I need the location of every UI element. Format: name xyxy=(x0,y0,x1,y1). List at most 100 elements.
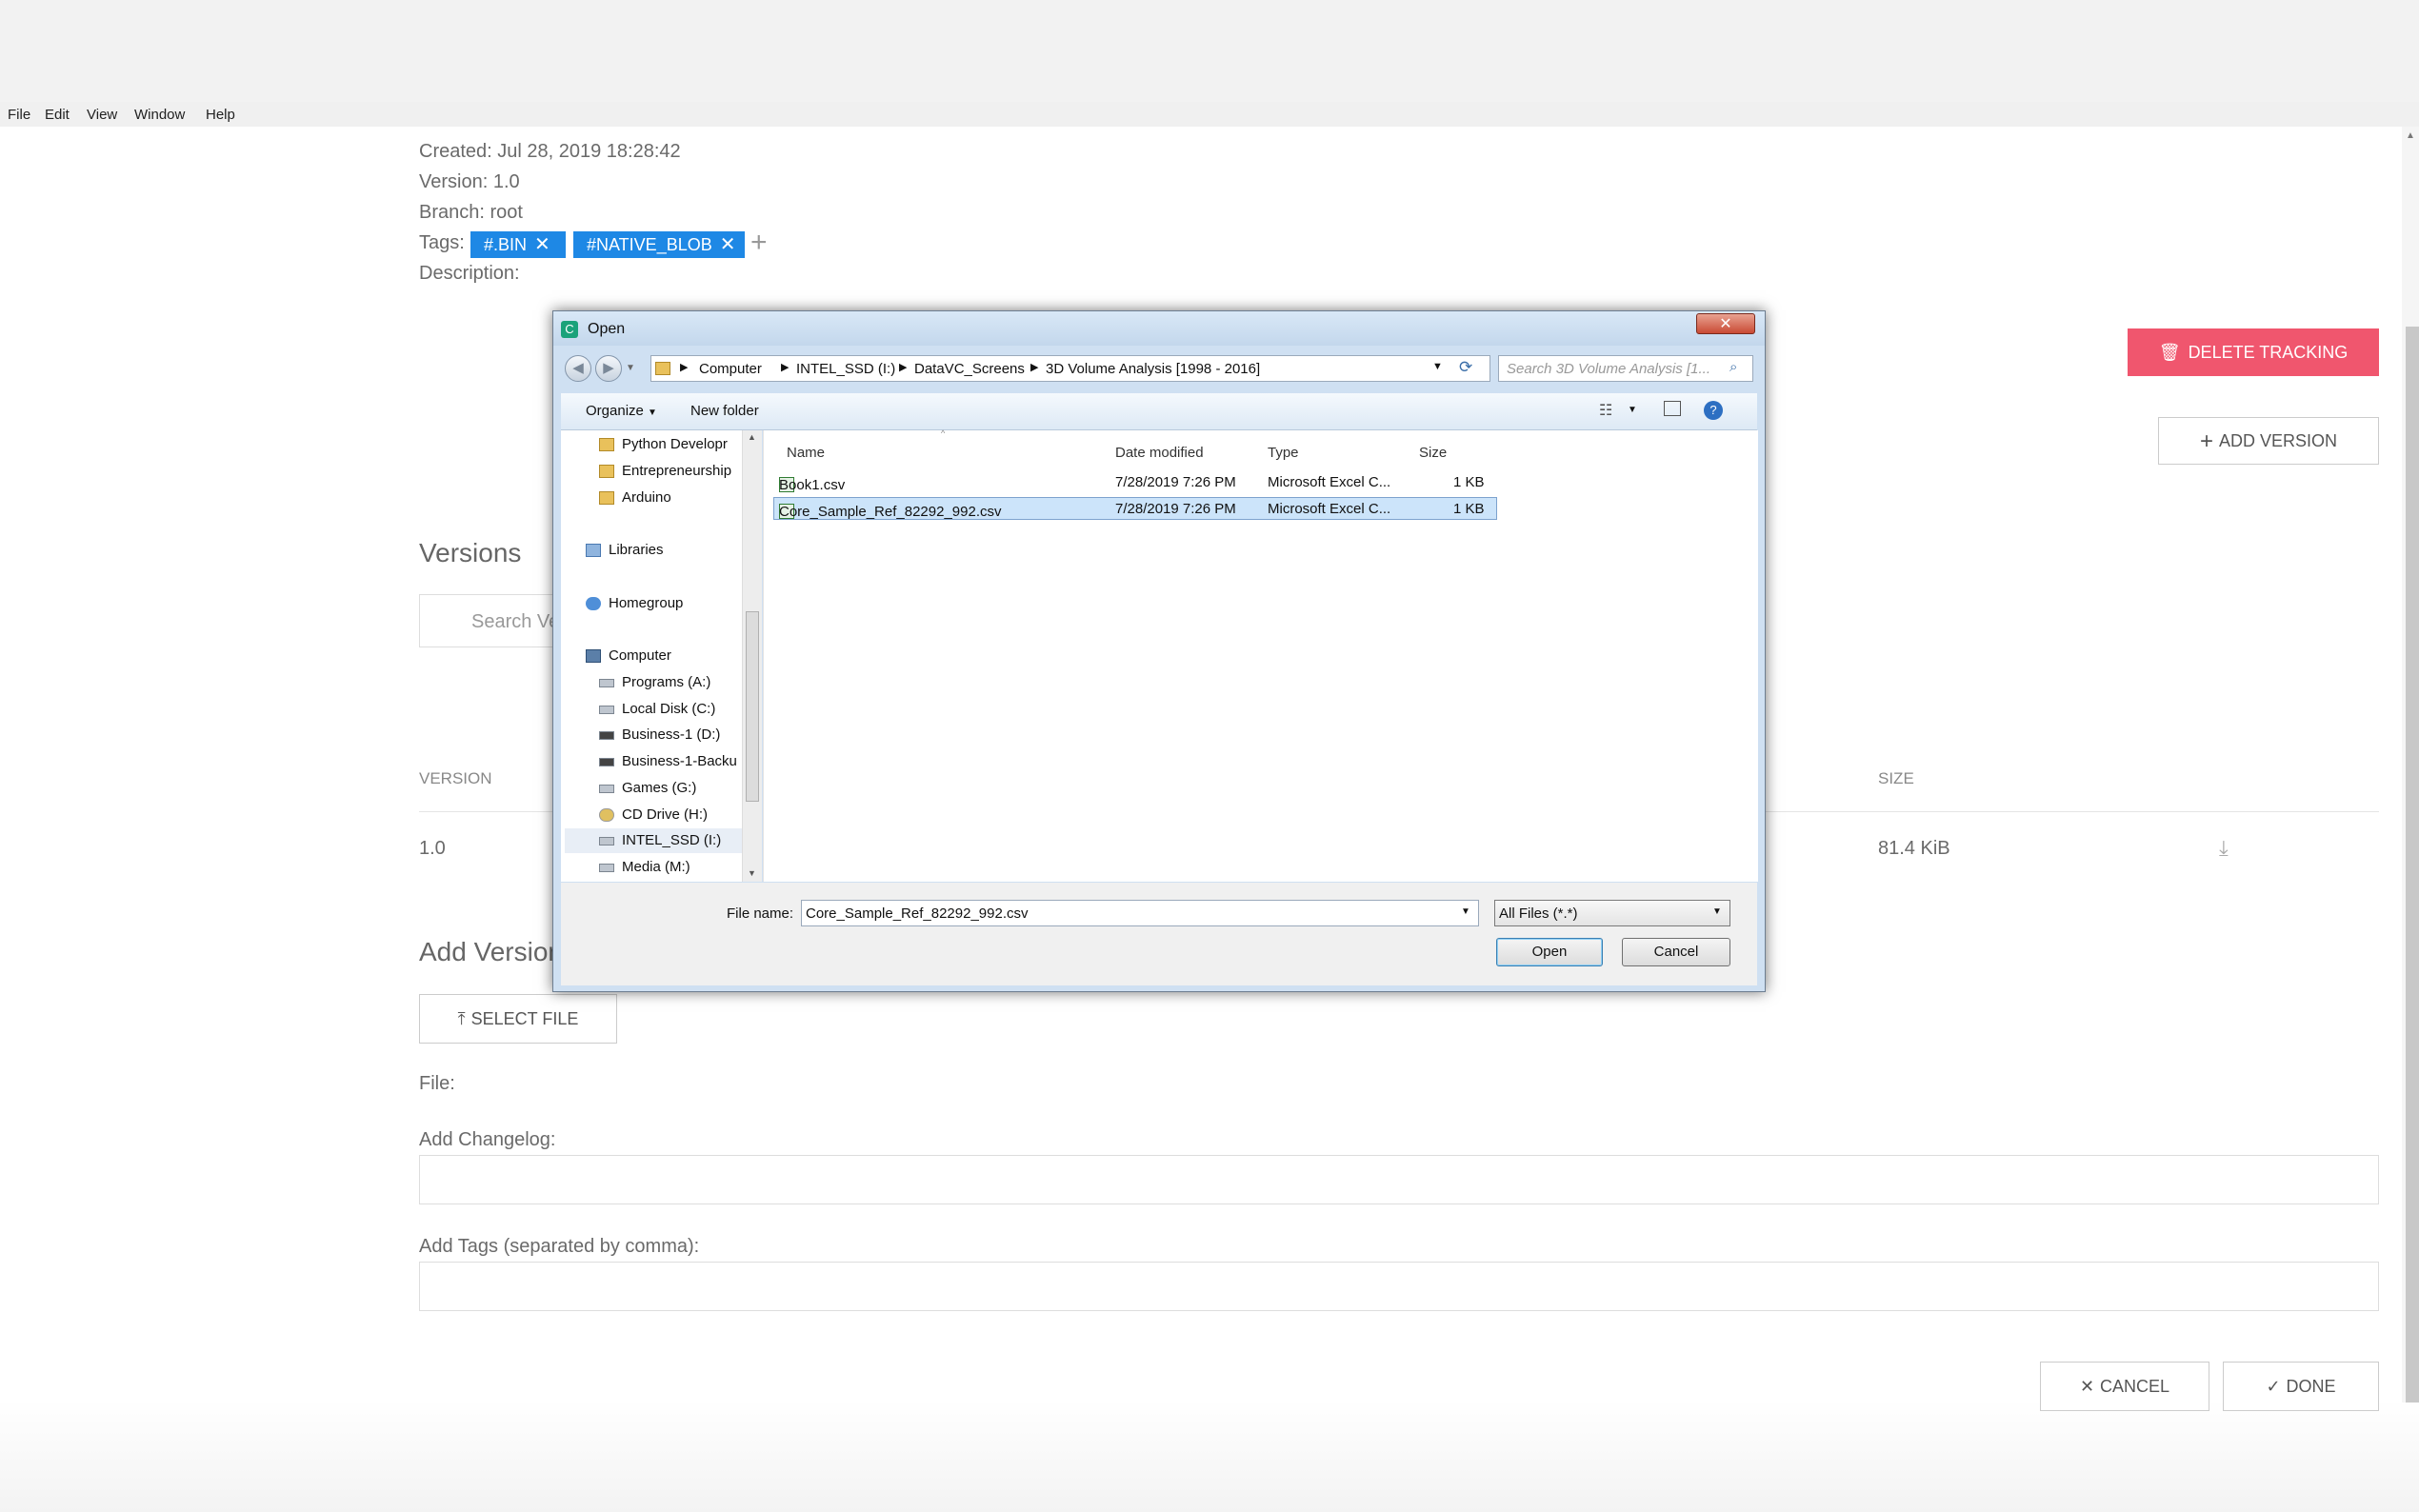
chevron-down-icon[interactable]: ▼ xyxy=(1461,906,1470,917)
nav-scrollbar[interactable]: ▲ ▼ xyxy=(742,430,762,882)
add-version-label: ADD VERSION xyxy=(2218,431,2338,450)
created-date: Created: Jul 28, 2019 18:28:42 xyxy=(419,141,681,162)
help-icon[interactable]: ? xyxy=(1704,401,1723,420)
nav-item-label: Games (G:) xyxy=(622,780,697,796)
organize-button[interactable]: Organize ▼ xyxy=(586,403,657,419)
file-label: File: xyxy=(419,1073,455,1094)
dialog-search-input[interactable]: Search 3D Volume Analysis [1... ⌕ xyxy=(1498,355,1753,382)
menu-help[interactable]: Help xyxy=(206,107,235,123)
column-type[interactable]: Type xyxy=(1268,445,1299,461)
file-date: 7/28/2019 7:26 PM xyxy=(1115,501,1236,517)
remove-tag-icon[interactable]: ✕ xyxy=(720,234,736,255)
check-icon: ✓ xyxy=(2266,1377,2281,1396)
nav-item[interactable]: Entrepreneurship xyxy=(599,463,731,479)
menu-window[interactable]: Window xyxy=(134,107,185,123)
nav-item[interactable]: Local Disk (C:) xyxy=(599,701,715,717)
back-button[interactable]: ◀ xyxy=(565,355,591,382)
breadcrumb-computer[interactable]: Computer xyxy=(699,361,762,377)
nav-item-label: Entrepreneurship xyxy=(622,463,732,479)
remove-tag-icon[interactable]: ✕ xyxy=(534,234,550,255)
breadcrumb-drive[interactable]: INTEL_SSD (I:) xyxy=(796,361,895,377)
nav-item[interactable]: Python Developr xyxy=(599,436,728,452)
homegroup-icon xyxy=(586,597,601,611)
scroll-up-icon[interactable]: ▲ xyxy=(748,432,756,442)
view-dropdown-icon[interactable]: ▼ xyxy=(1628,405,1637,415)
add-version-button[interactable]: + ADD VERSION xyxy=(2158,417,2379,465)
scroll-down-icon[interactable]: ▼ xyxy=(748,868,756,878)
drive-icon xyxy=(599,784,614,793)
view-options-icon[interactable]: ☷ xyxy=(1599,401,1612,420)
file-row-selected[interactable]: Core_Sample_Ref_82292_992.csv 7/28/2019 … xyxy=(773,497,1497,520)
file-type-select[interactable]: All Files (*.*) ▼ xyxy=(1494,900,1730,926)
nav-item-label: Programs (A:) xyxy=(622,674,711,690)
nav-item[interactable]: Media (M:) xyxy=(599,859,690,875)
open-button[interactable]: Open xyxy=(1496,938,1603,966)
breadcrumb-folder[interactable]: DataVC_Screens xyxy=(914,361,1025,377)
folder-icon xyxy=(599,491,614,506)
nav-item-libraries[interactable]: Libraries xyxy=(586,542,664,558)
address-bar[interactable]: ▶ Computer ▶ INTEL_SSD (I:) ▶ DataVC_Scr… xyxy=(650,355,1490,382)
app-icon: C xyxy=(561,321,578,338)
nav-item-selected[interactable]: INTEL_SSD (I:) xyxy=(565,828,742,853)
chevron-down-icon: ▼ xyxy=(1712,906,1722,917)
menu-edit[interactable]: Edit xyxy=(45,107,70,123)
delete-tracking-button[interactable]: 🗑 DELETE TRACKING xyxy=(2128,328,2379,376)
column-date-modified[interactable]: Date modified xyxy=(1115,445,1204,461)
nav-item[interactable]: Games (G:) xyxy=(599,780,696,796)
dialog-cancel-button[interactable]: Cancel xyxy=(1622,938,1730,966)
cancel-button[interactable]: ✕ CANCEL xyxy=(2040,1362,2209,1411)
file-size: 1 KB xyxy=(1453,474,1485,490)
version-search-input[interactable]: Search Ve xyxy=(419,594,562,647)
size-cell: 81.4 KiB xyxy=(1878,838,1950,859)
done-button[interactable]: ✓ DONE xyxy=(2223,1362,2379,1411)
select-file-button[interactable]: ⤒ SELECT FILE xyxy=(419,994,617,1044)
preview-pane-icon[interactable] xyxy=(1664,401,1681,416)
close-icon: ✕ xyxy=(2079,1377,2095,1396)
nav-item[interactable]: CD Drive (H:) xyxy=(599,806,708,823)
nav-item[interactable]: Programs (A:) xyxy=(599,674,710,690)
nav-item[interactable]: Arduino xyxy=(599,489,671,506)
folder-icon xyxy=(599,438,614,452)
refresh-icon[interactable]: ⟳ xyxy=(1459,358,1472,377)
nav-item[interactable]: Business-1 (D:) xyxy=(599,726,720,743)
nav-item-label: CD Drive (H:) xyxy=(622,806,708,823)
menu-view[interactable]: View xyxy=(87,107,117,123)
file-row[interactable]: Book1.csv 7/28/2019 7:26 PM Microsoft Ex… xyxy=(773,471,1497,494)
nav-item[interactable]: Business-1-Backu xyxy=(599,753,737,769)
file-size: 1 KB xyxy=(1453,501,1485,517)
nav-item-homegroup[interactable]: Homegroup xyxy=(586,595,683,611)
dialog-title: Open xyxy=(588,321,626,337)
file-type-value: All Files (*.*) xyxy=(1499,905,1578,922)
file-type: Microsoft Excel C... xyxy=(1268,501,1391,517)
scrollbar-thumb[interactable] xyxy=(746,611,759,802)
recent-locations-icon[interactable]: ▼ xyxy=(626,363,635,373)
sort-indicator-icon: ^ xyxy=(941,428,946,438)
download-icon[interactable]: ⤓ xyxy=(2219,836,2229,861)
address-dropdown-icon[interactable]: ▼ xyxy=(1432,361,1443,372)
nav-item-computer[interactable]: Computer xyxy=(586,647,671,664)
dialog-close-button[interactable]: ✕ xyxy=(1696,313,1755,334)
forward-button[interactable]: ▶ xyxy=(595,355,622,382)
column-size: SIZE xyxy=(1878,769,1914,787)
breadcrumb-arrow-icon: ▶ xyxy=(680,362,689,373)
main-scrollbar[interactable]: ▲ xyxy=(2402,127,2419,1403)
dialog-titlebar[interactable]: C Open xyxy=(553,311,1765,346)
file-date: 7/28/2019 7:26 PM xyxy=(1115,474,1236,490)
column-name[interactable]: Name xyxy=(787,445,825,461)
scroll-up-icon[interactable]: ▲ xyxy=(2406,130,2415,141)
nav-item-label: Media (M:) xyxy=(622,859,690,875)
column-size[interactable]: Size xyxy=(1419,445,1447,461)
breadcrumb-current[interactable]: 3D Volume Analysis [1998 - 2016] xyxy=(1046,361,1260,377)
nav-item-label: Homegroup xyxy=(609,595,684,611)
add-tag-icon[interactable]: + xyxy=(750,227,768,259)
filename-input[interactable]: Core_Sample_Ref_82292_992.csv ▼ xyxy=(801,900,1479,926)
nav-item-label: INTEL_SSD (I:) xyxy=(622,832,722,848)
new-folder-button[interactable]: New folder xyxy=(690,403,759,419)
menu-file[interactable]: File xyxy=(8,107,30,123)
dialog-toolbar: Organize ▼ New folder ☷ ▼ ? xyxy=(561,393,1757,430)
add-tags-input[interactable] xyxy=(419,1262,2379,1311)
scrollbar-thumb[interactable] xyxy=(2406,327,2419,1403)
organize-label: Organize xyxy=(586,403,644,419)
cancel-label: CANCEL xyxy=(2100,1377,2170,1396)
changelog-textarea[interactable] xyxy=(419,1155,2379,1204)
